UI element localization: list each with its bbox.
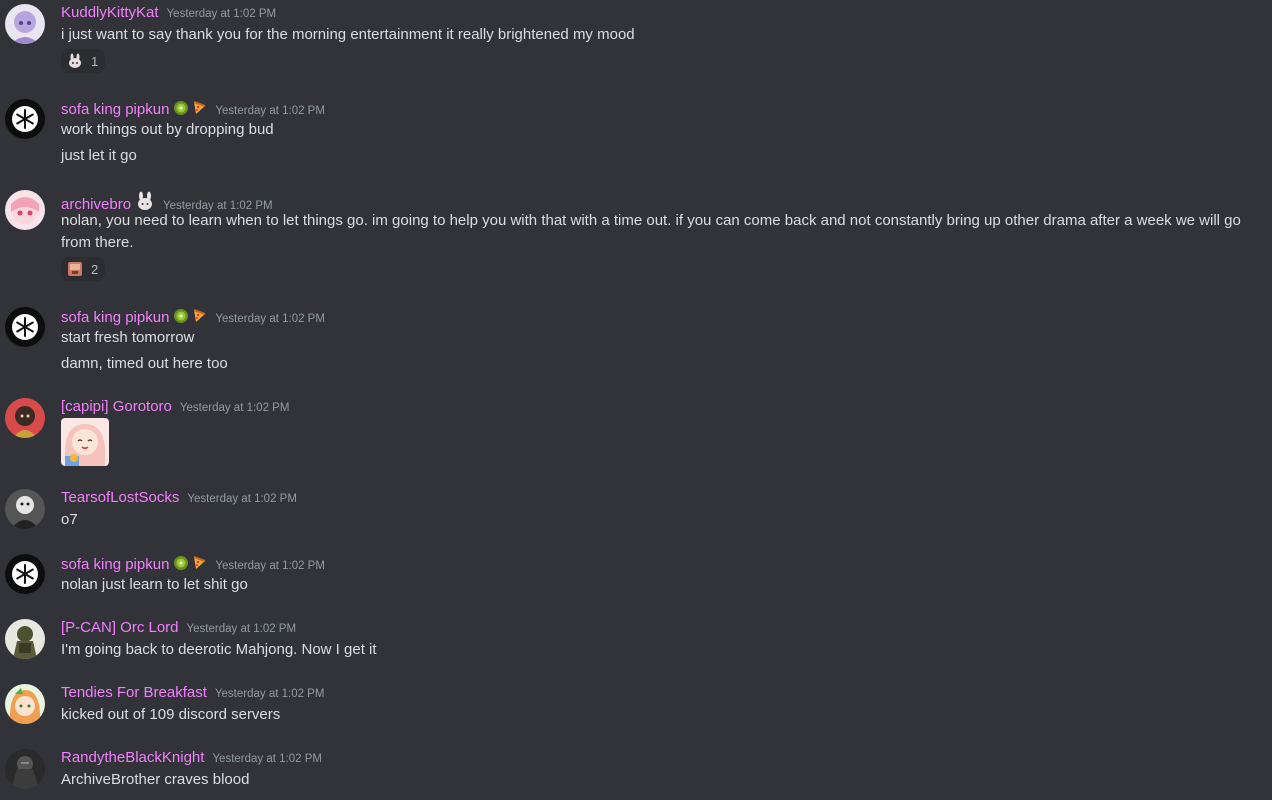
username[interactable]: KuddlyKittyKat xyxy=(61,3,159,23)
username[interactable]: Tendies For Breakfast xyxy=(61,683,207,703)
username[interactable]: sofa king pipkun xyxy=(61,555,169,575)
kiwi-icon xyxy=(173,555,189,571)
message-text: work things out by dropping bud xyxy=(61,121,274,138)
kiwi-icon xyxy=(173,308,189,324)
message-text: o7 xyxy=(61,511,78,528)
timestamp: Yesterday at 1:02 PM xyxy=(212,753,322,765)
avatar[interactable] xyxy=(5,489,45,529)
pizza-icon xyxy=(191,100,207,116)
message-text: nolan, you need to learn when to let thi… xyxy=(61,212,1241,251)
avatar[interactable] xyxy=(5,4,45,44)
avatar[interactable] xyxy=(5,749,45,789)
timestamp: Yesterday at 1:02 PM xyxy=(215,313,325,325)
avatar[interactable] xyxy=(5,684,45,724)
avatar[interactable] xyxy=(5,307,45,347)
avatar[interactable] xyxy=(5,99,45,139)
username[interactable]: sofa king pipkun xyxy=(61,308,169,328)
pizza-icon xyxy=(191,555,207,571)
username[interactable]: sofa king pipkun xyxy=(61,100,169,120)
username[interactable]: [capipi] Gorotoro xyxy=(61,397,172,417)
timestamp: Yesterday at 1:02 PM xyxy=(179,402,290,414)
timestamp: Yesterday at 1:02 PM xyxy=(214,688,325,700)
bunny-badge-icon xyxy=(135,191,155,211)
username[interactable]: [P-CAN] Orc Lord xyxy=(61,618,179,638)
kiwi-icon xyxy=(173,100,189,116)
message-text: damn, timed out here too xyxy=(61,355,228,372)
pizza-icon xyxy=(191,308,207,324)
message-text: start fresh tomorrow xyxy=(61,329,195,346)
username[interactable]: TearsofLostSocks xyxy=(61,488,179,508)
message-text: I'm going back to deerotic Mahjong. Now … xyxy=(61,641,377,658)
username[interactable]: RandytheBlackKnight xyxy=(61,748,204,768)
timestamp: Yesterday at 1:02 PM xyxy=(186,623,297,635)
timestamp: Yesterday at 1:02 PM xyxy=(187,493,297,505)
message-text: just let it go xyxy=(61,147,137,164)
reaction-button[interactable]: 1 xyxy=(61,49,105,73)
message-text: ArchiveBrother craves blood xyxy=(61,771,250,788)
timestamp: Yesterday at 1:02 PM xyxy=(215,560,325,572)
timestamp: Yesterday at 1:02 PM xyxy=(215,105,325,117)
message-text: nolan just learn to let shit go xyxy=(61,576,248,593)
avatar[interactable] xyxy=(5,554,45,594)
avatar[interactable] xyxy=(5,398,45,438)
reaction-count: 1 xyxy=(91,53,99,69)
avatar[interactable] xyxy=(5,190,45,230)
bunny-emoji-icon xyxy=(67,53,83,69)
reaction-count: 2 xyxy=(91,261,99,277)
message-text: i just want to say thank you for the mor… xyxy=(61,26,635,43)
anime-girl-sticker[interactable] xyxy=(61,418,109,466)
message-text: kicked out of 109 discord servers xyxy=(61,706,281,723)
timestamp: Yesterday at 1:02 PM xyxy=(166,8,277,20)
face-emoji-icon xyxy=(67,261,83,277)
chat-messages: KuddlyKittyKat Yesterday at 1:02 PM i ju… xyxy=(0,0,1272,800)
reaction-button[interactable]: 2 xyxy=(61,257,105,281)
avatar[interactable] xyxy=(5,619,45,659)
